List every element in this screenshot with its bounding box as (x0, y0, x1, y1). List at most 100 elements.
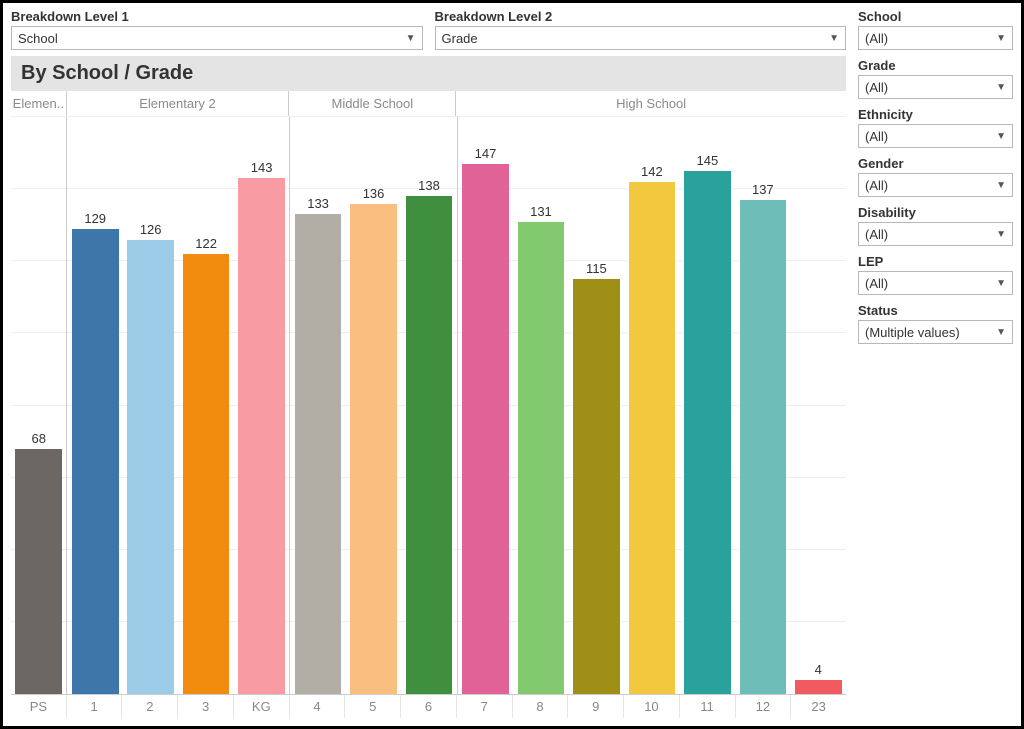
bar[interactable]: 122 (183, 254, 230, 694)
bar[interactable]: 4 (795, 680, 842, 694)
bar-column: 136 (346, 117, 401, 694)
breakdown-2-select[interactable]: Grade ▼ (435, 26, 847, 50)
bar-value-label: 133 (307, 196, 329, 211)
bar-column: 4 (791, 117, 846, 694)
bar-value-label: 131 (530, 204, 552, 219)
filter-disability-block: Disability (All) ▼ (858, 205, 1013, 246)
chevron-down-icon: ▼ (996, 180, 1006, 191)
chart-plot-area: 6812912612214313313613814713111514214513… (11, 117, 846, 694)
bar-value-label: 122 (195, 236, 217, 251)
bar[interactable]: 68 (15, 449, 62, 694)
bar-column: 143 (234, 117, 290, 694)
filter-grade-select[interactable]: (All) ▼ (858, 75, 1013, 99)
breakdown-1-label: Breakdown Level 1 (11, 9, 423, 24)
filter-value: (Multiple values) (865, 325, 960, 340)
x-axis-tick: 1 (67, 695, 123, 718)
x-axis-tick: 9 (568, 695, 624, 718)
bar-column: 68 (11, 117, 67, 694)
breakdown-2-label: Breakdown Level 2 (435, 9, 847, 24)
x-axis-tick: 12 (736, 695, 792, 718)
filter-value: (All) (865, 227, 888, 242)
filter-gender-select[interactable]: (All) ▼ (858, 173, 1013, 197)
bar-value-label: 129 (84, 211, 106, 226)
top-controls-row: Breakdown Level 1 School ▼ Breakdown Lev… (11, 9, 1013, 50)
bar[interactable]: 137 (740, 200, 787, 694)
bar-column: 145 (680, 117, 735, 694)
bar-value-label: 126 (140, 222, 162, 237)
filter-value: (All) (865, 178, 888, 193)
bar[interactable]: 115 (573, 279, 620, 694)
bar[interactable]: 145 (684, 171, 731, 694)
filter-label: Grade (858, 58, 1013, 73)
filter-school-select[interactable]: (All) ▼ (858, 26, 1013, 50)
bar[interactable]: 129 (72, 229, 119, 694)
x-axis-tick: 10 (624, 695, 680, 718)
chevron-down-icon: ▼ (829, 33, 839, 44)
filter-grade-block: Grade (All) ▼ (858, 58, 1013, 99)
x-axis-tick: 11 (680, 695, 736, 718)
bar-column: 129 (67, 117, 122, 694)
chart-pane: By School / Grade Elemen..Elementary 2Mi… (11, 56, 846, 718)
bar-column: 142 (624, 117, 679, 694)
group-header-cell: Middle School (289, 91, 456, 116)
bar[interactable]: 133 (295, 214, 342, 694)
dashboard-frame: Breakdown Level 1 School ▼ Breakdown Lev… (0, 0, 1024, 729)
breakdown-1-block: Breakdown Level 1 School ▼ (11, 9, 423, 50)
bar-column: 126 (123, 117, 178, 694)
chevron-down-icon: ▼ (996, 278, 1006, 289)
bar[interactable]: 142 (629, 182, 676, 694)
bar-column: 133 (290, 117, 345, 694)
bar[interactable]: 131 (518, 222, 565, 694)
bar-column: 137 (735, 117, 790, 694)
filter-label: LEP (858, 254, 1013, 269)
filter-gender-block: Gender (All) ▼ (858, 156, 1013, 197)
chevron-down-icon: ▼ (996, 33, 1006, 44)
filter-label: Ethnicity (858, 107, 1013, 122)
filter-value: (All) (865, 80, 888, 95)
chart-x-axis: PS123KG45678910111223 (11, 694, 846, 718)
filter-status-select[interactable]: (Multiple values) ▼ (858, 320, 1013, 344)
filter-lep-select[interactable]: (All) ▼ (858, 271, 1013, 295)
x-axis-tick: 5 (345, 695, 401, 718)
bar-column: 131 (513, 117, 568, 694)
x-axis-tick: PS (11, 695, 67, 718)
filter-value: (All) (865, 31, 888, 46)
filter-school-top: School (All) ▼ (858, 9, 1013, 50)
filter-label: Gender (858, 156, 1013, 171)
group-header-cell: High School (456, 91, 846, 116)
filter-ethnicity-select[interactable]: (All) ▼ (858, 124, 1013, 148)
bar[interactable]: 147 (462, 164, 509, 694)
breakdown-1-value: School (18, 31, 58, 46)
bar-value-label: 143 (251, 160, 273, 175)
x-axis-tick: 4 (290, 695, 346, 718)
bar-value-label: 115 (586, 261, 607, 276)
breakdown-1-select[interactable]: School ▼ (11, 26, 423, 50)
filter-value: (All) (865, 276, 888, 291)
filter-disability-select[interactable]: (All) ▼ (858, 222, 1013, 246)
filter-lep-block: LEP (All) ▼ (858, 254, 1013, 295)
bar-column: 147 (458, 117, 513, 694)
x-axis-tick: 7 (457, 695, 513, 718)
x-axis-tick: 8 (513, 695, 569, 718)
filter-label: Status (858, 303, 1013, 318)
bar-value-label: 142 (641, 164, 663, 179)
breakdown-2-value: Grade (442, 31, 478, 46)
bar-value-label: 145 (697, 153, 719, 168)
x-axis-tick: 23 (791, 695, 846, 718)
bar-value-label: 136 (363, 186, 385, 201)
bar[interactable]: 138 (406, 196, 453, 694)
bar[interactable]: 126 (127, 240, 174, 694)
filter-status-block: Status (Multiple values) ▼ (858, 303, 1013, 344)
x-axis-tick: 2 (122, 695, 178, 718)
filter-ethnicity-block: Ethnicity (All) ▼ (858, 107, 1013, 148)
chevron-down-icon: ▼ (996, 82, 1006, 93)
bar[interactable]: 143 (238, 178, 285, 694)
bar-column: 138 (401, 117, 457, 694)
bar[interactable]: 136 (350, 204, 397, 694)
bar-column: 115 (569, 117, 624, 694)
filter-label: School (858, 9, 1013, 24)
chart-title: By School / Grade (11, 56, 846, 91)
filters-panel: Grade (All) ▼ Ethnicity (All) ▼ Gender (… (858, 56, 1013, 718)
chevron-down-icon: ▼ (996, 229, 1006, 240)
chevron-down-icon: ▼ (406, 33, 416, 44)
